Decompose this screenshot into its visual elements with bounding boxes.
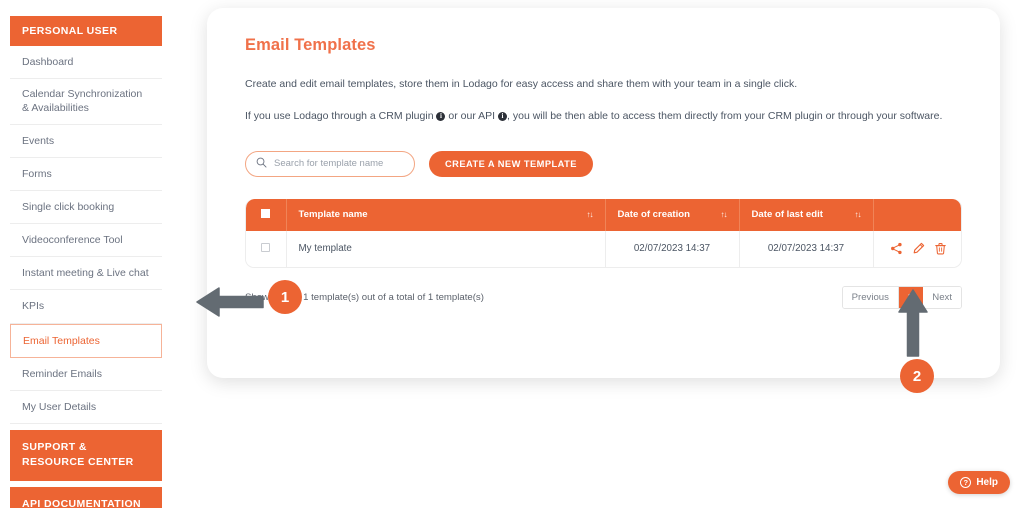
- sidebar-item-videoconference-tool[interactable]: Videoconference Tool: [10, 224, 162, 258]
- description-line-2-part-2: or our API: [448, 109, 496, 122]
- toolbar: CREATE A NEW TEMPLATE: [245, 150, 962, 177]
- sidebar-item-reminder-emails[interactable]: Reminder Emails: [10, 357, 162, 391]
- help-button[interactable]: ? Help: [948, 471, 1010, 494]
- description-line-2-part-1: If you use Lodago through a CRM plugin: [245, 109, 434, 122]
- sidebar-block-api-documentation[interactable]: API DOCUMENTATION: [10, 486, 162, 508]
- select-all-checkbox[interactable]: [261, 208, 271, 218]
- table-header-date-of-creation-label: Date of creation: [617, 209, 691, 220]
- table-header-date-of-last-edit-label: Date of last edit: [751, 209, 823, 220]
- edit-icon[interactable]: [912, 242, 925, 255]
- sidebar-item-kpis[interactable]: KPIs: [10, 290, 162, 324]
- search-icon: [256, 155, 267, 173]
- sort-icon-date-of-last-edit[interactable]: ↑↓: [855, 210, 862, 219]
- table-header-template-name[interactable]: Template name ↑↓: [286, 198, 606, 231]
- annotation-arrow-left: [193, 282, 265, 327]
- table-cell-row-select[interactable]: [246, 230, 287, 267]
- sidebar-item-calendar-synchronization[interactable]: Calendar Synchronization & Availabilitie…: [10, 79, 162, 125]
- sidebar-item-single-click-booking[interactable]: Single click booking: [10, 190, 162, 225]
- sidebar-item-instant-meeting-live-chat[interactable]: Instant meeting & Live chat: [10, 257, 162, 291]
- annotation-arrow-up: [893, 286, 933, 363]
- sidebar-item-forms[interactable]: Forms: [10, 157, 162, 191]
- description-line-2: If you use Lodago through a CRM plugin i…: [245, 109, 962, 125]
- search-input[interactable]: [274, 158, 404, 169]
- annotation-badge-1: 1: [268, 280, 302, 314]
- table-header-date-of-last-edit[interactable]: Date of last edit ↑↓: [739, 198, 874, 231]
- main-card: Email Templates Create and edit email te…: [207, 8, 1000, 378]
- table-header-template-name-label: Template name: [298, 209, 368, 220]
- table-cell-actions: [873, 230, 961, 267]
- sidebar-item-email-templates[interactable]: Email Templates: [10, 323, 162, 358]
- sidebar: PERSONAL USER Dashboard Calendar Synchro…: [10, 16, 162, 508]
- table-cell-date-of-last-edit: 02/07/2023 14:37: [739, 230, 874, 267]
- info-icon-crm-plugin[interactable]: i: [436, 111, 446, 121]
- table-cell-template-name: My template: [286, 230, 606, 267]
- table-header-date-of-creation[interactable]: Date of creation ↑↓: [605, 198, 740, 231]
- templates-table: Template name ↑↓ Date of creation ↑↓ Dat…: [245, 198, 962, 268]
- create-a-new-template-button[interactable]: CREATE A NEW TEMPLATE: [429, 150, 593, 177]
- page-title: Email Templates: [245, 36, 376, 54]
- pagination-previous-button[interactable]: Previous: [842, 286, 899, 308]
- search-box[interactable]: [245, 150, 415, 177]
- delete-icon[interactable]: [934, 242, 947, 255]
- table-cell-date-of-creation: 02/07/2023 14:37: [605, 230, 740, 267]
- sidebar-item-events[interactable]: Events: [10, 124, 162, 158]
- sidebar-header: PERSONAL USER: [10, 16, 162, 46]
- table-row: My template 02/07/2023 14:37 02/07/2023 …: [246, 230, 961, 267]
- table-footer: Showing 1 to 1 template(s) out of a tota…: [245, 285, 962, 309]
- table-header-row: Template name ↑↓ Date of creation ↑↓ Dat…: [246, 198, 961, 231]
- sort-icon-date-of-creation[interactable]: ↑↓: [721, 210, 728, 219]
- app-root: PERSONAL USER Dashboard Calendar Synchro…: [0, 0, 1024, 508]
- sort-icon-template-name[interactable]: ↑↓: [587, 210, 594, 219]
- table-header-actions: [873, 198, 961, 231]
- sidebar-block-support-resource-center[interactable]: SUPPORT & RESOURCE CENTER: [10, 430, 162, 481]
- description-line-1: Create and edit email templates, store t…: [245, 78, 798, 90]
- question-mark-icon: ?: [960, 477, 972, 488]
- info-icon-api[interactable]: i: [498, 111, 508, 121]
- help-button-label: Help: [976, 477, 998, 488]
- sidebar-item-my-user-details[interactable]: My User Details: [10, 390, 162, 425]
- share-icon[interactable]: [890, 242, 903, 255]
- row-checkbox[interactable]: [261, 242, 271, 252]
- description-line-2-part-3: , you will be then able to access them d…: [507, 109, 943, 122]
- annotation-badge-2: 2: [900, 359, 934, 393]
- sidebar-item-dashboard[interactable]: Dashboard: [10, 46, 162, 80]
- table-header-select-all[interactable]: [246, 198, 287, 231]
